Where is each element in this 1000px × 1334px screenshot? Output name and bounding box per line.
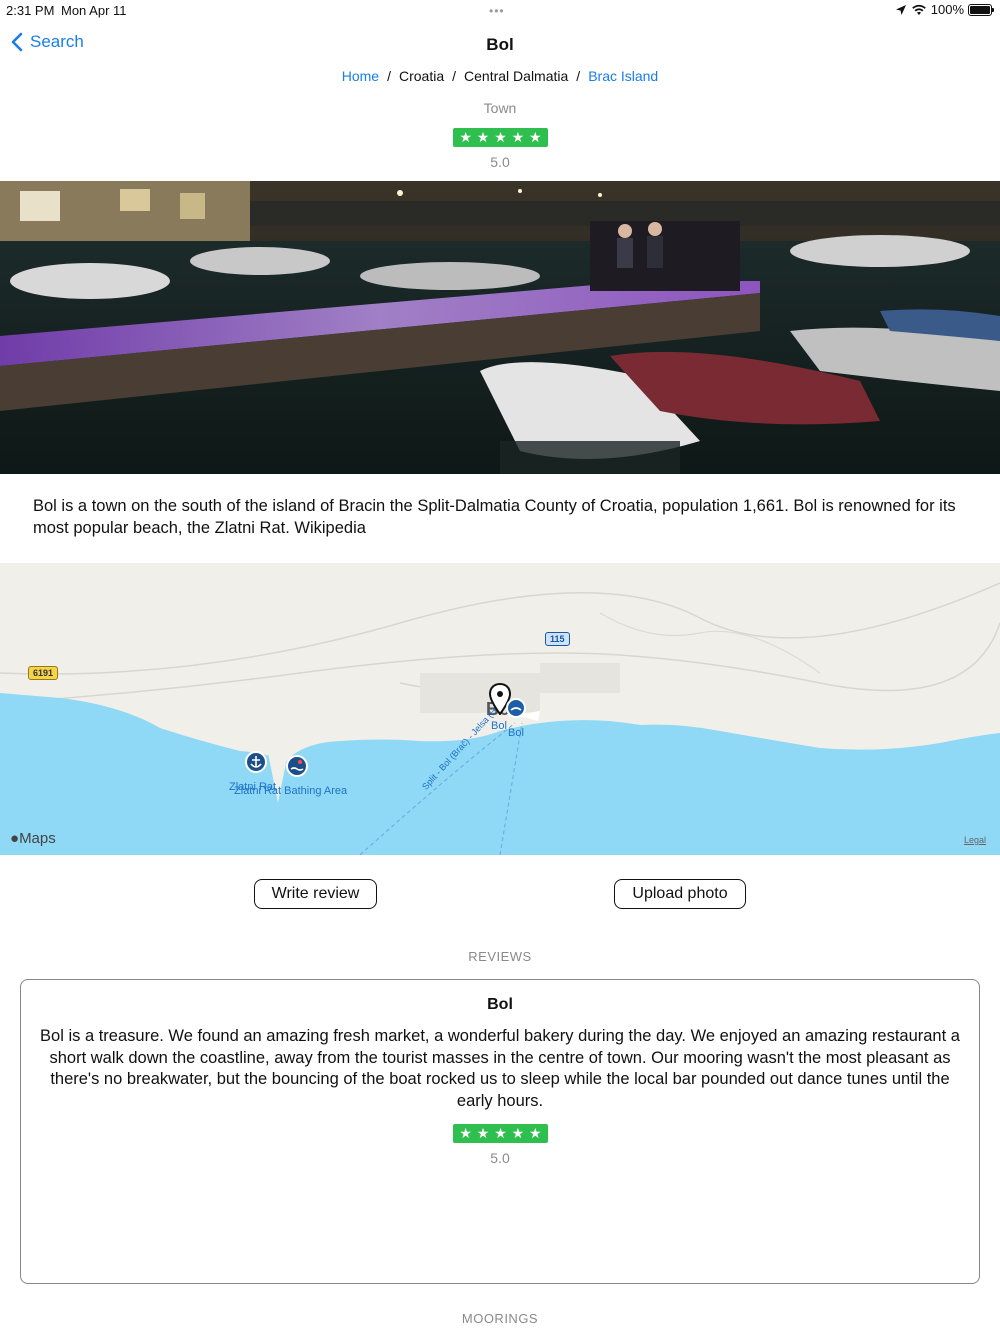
place-description: Bol is a town on the south of the island… [33, 497, 956, 537]
wifi-icon [911, 4, 926, 15]
map-legal-link[interactable]: Legal [964, 835, 986, 845]
star-icon: ★ [511, 1125, 525, 1141]
breadcrumb-item: Central Dalmatia [464, 68, 569, 84]
star-icon: ★ [494, 129, 507, 145]
battery-icon [968, 3, 994, 16]
map-label-bol-2[interactable]: Bol [508, 727, 524, 739]
apple-logo-icon: ● [10, 830, 20, 847]
status-indicators: 100% [895, 2, 994, 17]
star-icon: ★ [528, 1125, 542, 1141]
place-photo[interactable] [0, 181, 1000, 474]
breadcrumb-separator: / [452, 68, 457, 84]
breadcrumb-separator: / [387, 68, 391, 84]
map-label-zlatni-rat-bathing-area[interactable]: Zlatni Rat Bathing Area [234, 785, 347, 797]
moorings-header: MOORINGS [461, 1311, 539, 1326]
star-icon: ★ [494, 1125, 507, 1141]
upload-photo-button[interactable]: Upload photo [614, 879, 746, 909]
marina-marker-icon[interactable] [506, 698, 526, 718]
road-badge-115: 115 [545, 632, 570, 646]
star-icon: ★ [476, 1125, 490, 1141]
rating-value: 5.0 [490, 154, 510, 170]
anchor-marker-icon[interactable] [245, 751, 267, 773]
reviews-header: REVIEWS [468, 949, 532, 964]
breadcrumb: Home / Croatia / Central Dalmatia / Brac Islan… [0, 68, 1000, 84]
review-text: Bol is a treasure. We found an amazing f… [40, 1027, 960, 1110]
star-icon: ★ [528, 129, 542, 145]
star-icon: ★ [476, 129, 490, 145]
battery-percent: 100% [930, 2, 964, 17]
breadcrumb-separator: / [576, 68, 581, 84]
star-icon: ★ [459, 1125, 472, 1141]
star-icon: ★ [511, 129, 525, 145]
map-label-bol-1[interactable]: Bol [491, 720, 507, 732]
status-date: Mon Apr 11 [61, 3, 127, 18]
star-rating: ★ ★ ★ ★ ★ [453, 128, 548, 147]
multitasking-dots-icon[interactable]: ••• [489, 4, 505, 18]
road-badge-6191: 6191 [28, 666, 59, 680]
place-type: Town [483, 100, 517, 116]
status-time: 2:31 PM [6, 3, 55, 18]
breadcrumb-item: Croatia [399, 68, 445, 84]
battery-fill [970, 5, 990, 14]
review-title: Bol [487, 996, 513, 1013]
page-title: Bol [486, 35, 514, 54]
status-bar: 2:31 PM Mon Apr 11 ••• 100% [0, 0, 1000, 24]
map-view[interactable]: 115 6191 Bol Bol Bol Zlatni Rat Zlatni R… [0, 563, 1000, 855]
breadcrumb-item[interactable]: Home [342, 68, 379, 84]
review-rating-value: 5.0 [490, 1150, 510, 1166]
breadcrumb-item[interactable]: Brac Island [588, 68, 658, 84]
swimming-marker-icon[interactable] [286, 755, 308, 777]
maps-logo: ●Maps [10, 830, 56, 847]
star-icon: ★ [459, 129, 472, 145]
maps-logo-text: Maps [19, 830, 56, 847]
location-arrow-icon [895, 4, 906, 15]
review-star-rating: ★ ★ ★ ★ ★ [453, 1124, 548, 1143]
review-card: Bol Bol is a treasure. We found an amazi… [20, 979, 980, 1284]
write-review-button[interactable]: Write review [254, 879, 377, 909]
harbour-night-image [0, 181, 1000, 474]
